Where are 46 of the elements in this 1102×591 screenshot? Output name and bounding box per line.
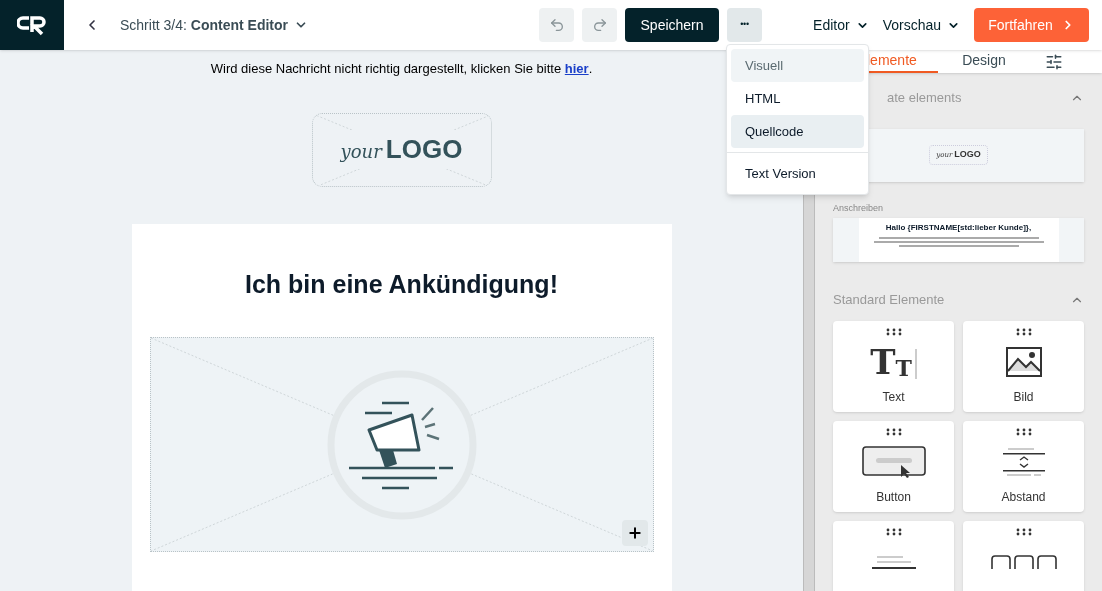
button-cursor-icon bbox=[861, 445, 926, 478]
menu-dropdown[interactable]: Vorschau bbox=[882, 14, 960, 36]
element-tile[interactable]: Abstand bbox=[963, 420, 1084, 512]
spacing-icon bbox=[1001, 446, 1046, 477]
notice-text: Wird diese Nachricht nicht richtig dargestellt, klicken Sie bitte hier. bbox=[210, 60, 593, 78]
element-tile[interactable]: Bild bbox=[963, 320, 1084, 412]
redo-icon bbox=[591, 17, 608, 33]
logo-icon bbox=[17, 14, 47, 36]
menu-item[interactable]: Visuell bbox=[731, 49, 864, 82]
divider-icon bbox=[870, 554, 917, 569]
step-dropdown[interactable]: Schritt 3/4: Content Editor bbox=[120, 14, 309, 36]
menu-item[interactable]: HTML bbox=[731, 82, 864, 115]
megaphone-icon bbox=[326, 369, 477, 520]
logo-text: your LOGO bbox=[338, 130, 465, 169]
undo-icon bbox=[548, 17, 565, 33]
element-tile[interactable] bbox=[833, 520, 954, 591]
template-card[interactable]: Hallo {FIRSTNAME[std:lieber Kunde]}, bbox=[833, 218, 1084, 262]
letter-greeting: Hallo {FIRSTNAME[std:lieber Kunde]}, bbox=[885, 223, 1032, 233]
save-button[interactable]: Speichern bbox=[625, 8, 720, 42]
panel-tab[interactable]: Design bbox=[938, 50, 1030, 73]
element-tile[interactable] bbox=[963, 520, 1084, 591]
app-logo[interactable] bbox=[0, 0, 64, 50]
element-tile[interactable]: Button bbox=[833, 420, 954, 512]
drag-handle-icon[interactable] bbox=[885, 527, 902, 536]
element-label: Abstand bbox=[1001, 488, 1046, 506]
social-icons-icon bbox=[990, 554, 1057, 569]
drag-handle-icon[interactable] bbox=[1015, 327, 1032, 336]
section-title: Standard Elemente bbox=[833, 291, 945, 309]
template-label: Anschreiben bbox=[833, 201, 885, 215]
menu-dropdown[interactable]: Editor bbox=[813, 14, 869, 36]
more-button[interactable]: ••• bbox=[727, 8, 763, 42]
element-tile[interactable]: TT Text bbox=[833, 320, 954, 412]
plus-icon bbox=[626, 525, 643, 541]
announcement-heading: Ich bin eine Ankündigung! bbox=[245, 268, 558, 300]
notice-link[interactable]: hier bbox=[564, 61, 589, 76]
drag-handle-icon[interactable] bbox=[885, 427, 902, 436]
add-button[interactable] bbox=[621, 520, 648, 546]
element-label: Bild bbox=[1013, 388, 1034, 406]
drag-handle-icon[interactable] bbox=[1015, 427, 1032, 436]
drag-handle-icon[interactable] bbox=[885, 327, 902, 336]
element-label: Button bbox=[876, 488, 911, 506]
menu-item[interactable]: Quellcode bbox=[731, 115, 864, 148]
image-icon bbox=[1005, 346, 1042, 377]
element-label: Text bbox=[882, 388, 905, 406]
drag-handle-icon[interactable] bbox=[1015, 527, 1032, 536]
section-title: ate elements bbox=[887, 89, 962, 107]
